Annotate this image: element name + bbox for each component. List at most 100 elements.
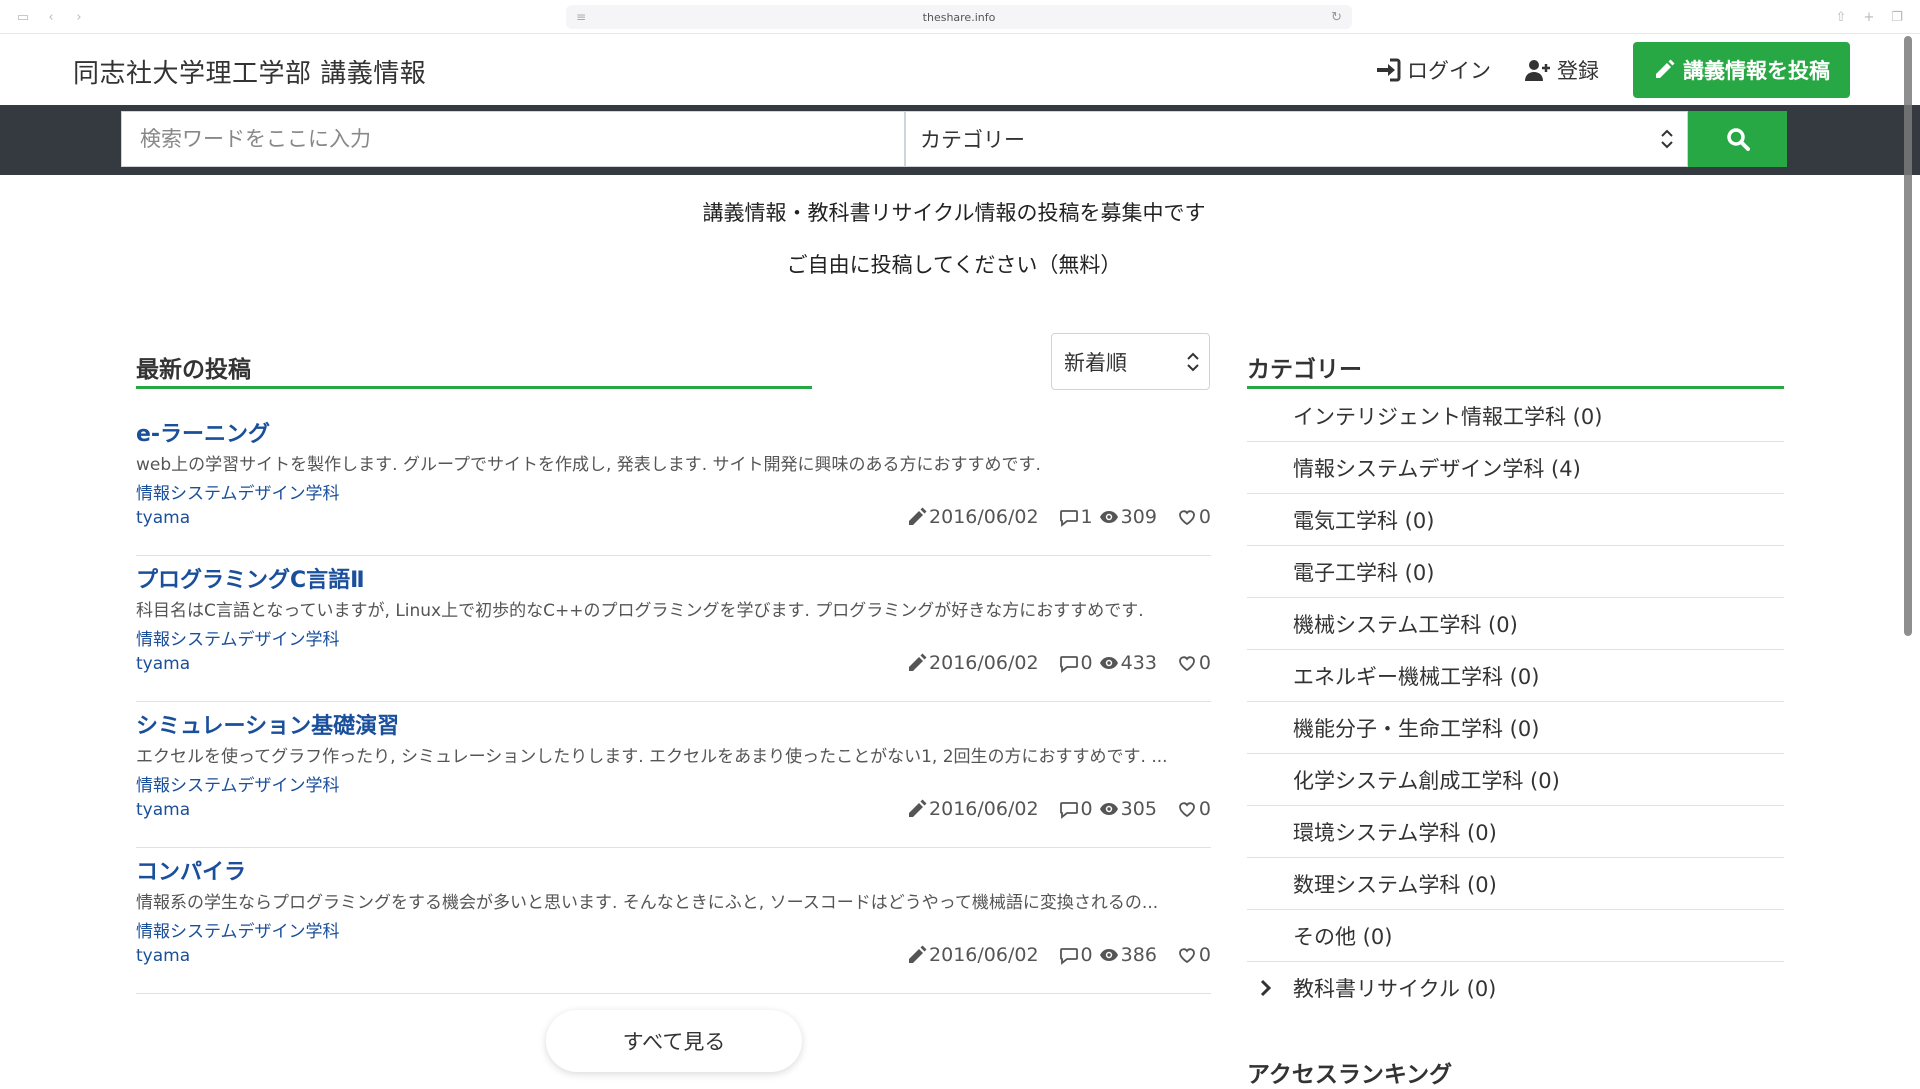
post-department-link[interactable]: 情報システムデザイン学科 bbox=[136, 625, 340, 650]
post-lecture-label: 講義情報を投稿 bbox=[1683, 59, 1830, 83]
post-view-count: 309 bbox=[1120, 506, 1157, 528]
heart-icon[interactable] bbox=[1177, 507, 1197, 527]
post-comment-count: 1 bbox=[1080, 506, 1093, 528]
category-item[interactable]: 数理システム学科 (0) bbox=[1247, 858, 1784, 910]
eye-icon bbox=[1099, 511, 1118, 523]
category-item-textbook-recycle[interactable]: 教科書リサイクル (0) bbox=[1247, 962, 1784, 1014]
post-item: プログラミングC言語Ⅱ 科目名はC言語となっていますが, Linux上で初歩的な… bbox=[136, 556, 1211, 702]
category-item[interactable]: 電子工学科 (0) bbox=[1247, 546, 1784, 598]
latest-posts-underline bbox=[136, 386, 812, 389]
heart-icon[interactable] bbox=[1177, 653, 1197, 673]
see-all-button[interactable]: すべて見る bbox=[546, 1010, 802, 1072]
select-arrows-icon bbox=[1661, 129, 1673, 149]
pencil-icon bbox=[909, 507, 927, 525]
post-meta: 2016/06/02 0 386 0 bbox=[907, 944, 1211, 966]
announcement-line-1: 講義情報・教科書リサイクル情報の投稿を募集中です bbox=[702, 201, 1206, 225]
post-author-link[interactable]: tyama bbox=[136, 654, 190, 674]
category-item[interactable]: インテリジェント情報工学科 (0) bbox=[1247, 390, 1784, 442]
login-link[interactable]: ログイン bbox=[1375, 55, 1491, 85]
select-arrows-icon bbox=[1187, 352, 1199, 372]
forward-icon[interactable]: › bbox=[68, 7, 90, 27]
post-date: 2016/06/02 bbox=[929, 944, 1039, 966]
post-title[interactable]: プログラミングC言語Ⅱ bbox=[136, 562, 365, 594]
search-input[interactable] bbox=[121, 111, 905, 167]
post-list: e-ラーニング web上の学習サイトを製作します. グループでサイトを作成し, … bbox=[136, 410, 1211, 994]
reader-icon[interactable]: ≡ bbox=[576, 10, 586, 24]
category-item[interactable]: 情報システムデザイン学科 (4) bbox=[1247, 442, 1784, 494]
site-title[interactable]: 同志社大学理工学部 講義情報 bbox=[73, 53, 426, 90]
eye-icon bbox=[1099, 803, 1118, 815]
page-scrollbar[interactable] bbox=[1904, 36, 1912, 636]
heart-icon[interactable] bbox=[1177, 945, 1197, 965]
back-icon[interactable]: ‹ bbox=[40, 7, 62, 27]
post-like-count: 0 bbox=[1198, 798, 1211, 820]
category-item[interactable]: エネルギー機械工学科 (0) bbox=[1247, 650, 1784, 702]
post-comment-count: 0 bbox=[1080, 944, 1093, 966]
post-department-link[interactable]: 情報システムデザイン学科 bbox=[136, 771, 340, 796]
post-department-link[interactable]: 情報システムデザイン学科 bbox=[136, 917, 340, 942]
post-lecture-button[interactable]: 講義情報を投稿 bbox=[1633, 42, 1850, 98]
post-comment-count: 0 bbox=[1080, 798, 1093, 820]
post-view-count: 386 bbox=[1120, 944, 1157, 966]
heart-icon[interactable] bbox=[1177, 799, 1197, 819]
browser-right-controls: ⇧ + ❐ bbox=[1830, 7, 1908, 27]
announcement-line-2: ご自由に投稿してください（無料） bbox=[786, 253, 1122, 277]
sort-select[interactable]: 新着順 bbox=[1051, 333, 1210, 390]
comment-icon bbox=[1059, 948, 1078, 965]
reload-icon[interactable]: ↻ bbox=[1331, 10, 1342, 25]
latest-posts-heading: 最新の投稿 bbox=[136, 357, 251, 383]
category-item[interactable]: 機械システム工学科 (0) bbox=[1247, 598, 1784, 650]
pencil-icon bbox=[909, 799, 927, 817]
category-item[interactable]: 環境システム学科 (0) bbox=[1247, 806, 1784, 858]
share-icon[interactable]: ⇧ bbox=[1830, 7, 1852, 27]
comment-icon bbox=[1059, 802, 1078, 819]
post-date: 2016/06/02 bbox=[929, 506, 1039, 528]
post-title[interactable]: シミュレーション基礎演習 bbox=[136, 708, 399, 740]
post-author-link[interactable]: tyama bbox=[136, 800, 190, 820]
tabs-overview-icon[interactable]: ❐ bbox=[1886, 7, 1908, 27]
post-like-count: 0 bbox=[1198, 506, 1211, 528]
search-bar: カテゴリー bbox=[0, 105, 1920, 175]
post-meta: 2016/06/02 0 305 0 bbox=[907, 798, 1211, 820]
post-meta: 2016/06/02 1 309 0 bbox=[907, 506, 1211, 528]
address-bar[interactable]: ≡ theshare.info ↻ bbox=[566, 5, 1352, 29]
comment-icon bbox=[1059, 510, 1078, 527]
eye-icon bbox=[1099, 657, 1118, 669]
sort-select-value: 新着順 bbox=[1064, 350, 1127, 375]
browser-left-controls: ▭ ‹ › bbox=[12, 7, 90, 27]
register-link[interactable]: 登録 bbox=[1525, 55, 1599, 85]
category-underline bbox=[1247, 386, 1784, 389]
pencil-icon bbox=[909, 945, 927, 963]
post-view-count: 305 bbox=[1120, 798, 1157, 820]
category-list: インテリジェント情報工学科 (0) 情報システムデザイン学科 (4) 電気工学科… bbox=[1247, 390, 1784, 1014]
address-text: theshare.info bbox=[922, 10, 996, 24]
post-title[interactable]: コンパイラ bbox=[136, 854, 246, 886]
category-item[interactable]: その他 (0) bbox=[1247, 910, 1784, 962]
category-heading: カテゴリー bbox=[1247, 357, 1362, 383]
search-icon bbox=[1726, 128, 1750, 151]
post-comment-count: 0 bbox=[1080, 652, 1093, 674]
post-item: コンパイラ 情報系の学生ならプログラミングをする機会が多いと思います. そんなと… bbox=[136, 848, 1211, 994]
post-author-link[interactable]: tyama bbox=[136, 946, 190, 966]
category-item[interactable]: 機能分子・生命工学科 (0) bbox=[1247, 702, 1784, 754]
register-label: 登録 bbox=[1557, 59, 1599, 83]
category-item[interactable]: 化学システム創成工学科 (0) bbox=[1247, 754, 1784, 806]
post-department-link[interactable]: 情報システムデザイン学科 bbox=[136, 479, 340, 504]
post-meta: 2016/06/02 0 433 0 bbox=[907, 652, 1211, 674]
header-nav: ログイン 登録 講義情報を投稿 bbox=[1375, 42, 1850, 98]
user-plus-icon bbox=[1525, 60, 1550, 81]
post-item: e-ラーニング web上の学習サイトを製作します. グループでサイトを作成し, … bbox=[136, 410, 1211, 556]
category-item[interactable]: 電気工学科 (0) bbox=[1247, 494, 1784, 546]
category-select[interactable]: カテゴリー bbox=[905, 111, 1688, 167]
post-like-count: 0 bbox=[1198, 652, 1211, 674]
post-title[interactable]: e-ラーニング bbox=[136, 416, 270, 448]
post-author-link[interactable]: tyama bbox=[136, 508, 190, 528]
sidebar-toggle-icon[interactable]: ▭ bbox=[12, 7, 34, 27]
eye-icon bbox=[1099, 949, 1118, 961]
search-button[interactable] bbox=[1688, 111, 1787, 167]
post-description: 科目名はC言語となっていますが, Linux上で初歩的なC++のプログラミングを… bbox=[136, 601, 1144, 621]
category-item-label: 教科書リサイクル (0) bbox=[1293, 977, 1497, 1001]
new-tab-icon[interactable]: + bbox=[1858, 7, 1880, 27]
chevron-right-icon bbox=[1260, 979, 1271, 997]
comment-icon bbox=[1059, 656, 1078, 673]
